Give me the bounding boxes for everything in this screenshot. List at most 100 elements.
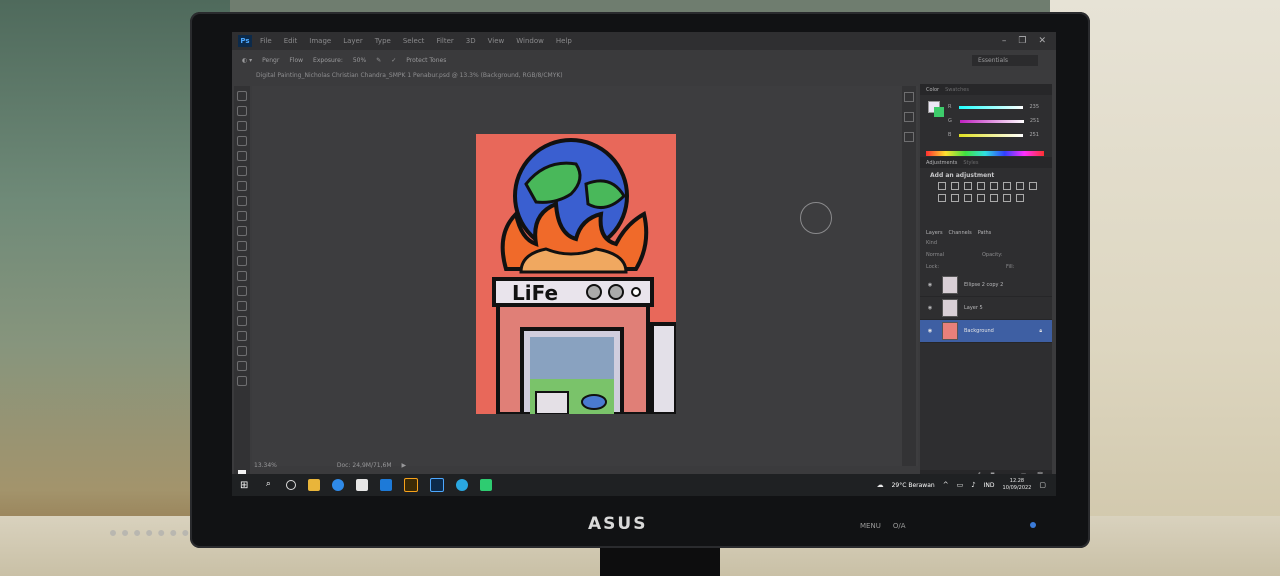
history-panel-icon[interactable]	[904, 92, 914, 102]
menu-view[interactable]: View	[488, 37, 505, 45]
start-button-icon[interactable]: ⊞	[240, 480, 248, 491]
blue-slider[interactable]	[959, 133, 1024, 137]
properties-panel-icon[interactable]	[904, 112, 914, 122]
mail-icon[interactable]	[380, 479, 393, 491]
brush-tool-icon[interactable]	[237, 196, 247, 206]
artwork-canvas[interactable]: LiFe	[476, 134, 676, 414]
history-brush-tool-icon[interactable]	[237, 226, 247, 236]
monitor-menu-button[interactable]: MENU	[860, 522, 881, 530]
hue-saturation-icon[interactable]	[1003, 182, 1011, 190]
menu-edit[interactable]: Edit	[284, 37, 298, 45]
type-tool-icon[interactable]	[237, 301, 247, 311]
green-slider[interactable]	[959, 119, 1024, 123]
selective-color-icon[interactable]	[1016, 194, 1024, 202]
airbrush-icon[interactable]: ✎	[376, 57, 381, 64]
network-icon[interactable]: ▭	[957, 481, 964, 489]
channel-mixer-icon[interactable]	[951, 194, 959, 202]
red-value[interactable]: 235	[1029, 104, 1039, 110]
lasso-tool-icon[interactable]	[237, 121, 247, 131]
tab-styles[interactable]: Styles	[963, 160, 978, 166]
brush-panel-icon[interactable]	[904, 132, 914, 142]
clock[interactable]: 12.28 10/09/2022	[1003, 478, 1032, 492]
menu-window[interactable]: Window	[516, 37, 544, 45]
zoom-level[interactable]: 13.34%	[254, 462, 277, 472]
store-icon[interactable]	[356, 479, 369, 491]
gradient-tool-icon[interactable]	[237, 256, 247, 266]
file-explorer-icon[interactable]	[308, 479, 321, 491]
photoshop-taskbar-icon[interactable]	[430, 478, 445, 492]
layer-row[interactable]: ◉ Layer 5	[920, 297, 1052, 320]
quick-select-tool-icon[interactable]	[237, 136, 247, 146]
menu-select[interactable]: Select	[403, 37, 425, 45]
move-tool-icon[interactable]	[237, 91, 247, 101]
menu-type[interactable]: Type	[375, 37, 391, 45]
blue-value[interactable]: 251	[1029, 132, 1039, 138]
visibility-eye-icon[interactable]: ◉	[926, 328, 934, 334]
more-tools-icon[interactable]	[237, 376, 247, 386]
posterize-icon[interactable]	[990, 194, 998, 202]
protect-tones-checkbox[interactable]: ✓	[391, 57, 396, 64]
menu-layer[interactable]: Layer	[343, 37, 363, 45]
curves-icon[interactable]	[964, 182, 972, 190]
stamp-tool-icon[interactable]	[237, 211, 247, 221]
range-select[interactable]: Flow	[289, 57, 303, 64]
tray-chevron-icon[interactable]: ^	[943, 481, 949, 489]
blend-mode-select[interactable]: Normal	[926, 252, 944, 258]
power-led-icon[interactable]	[1030, 522, 1036, 528]
menu-3d[interactable]: 3D	[466, 37, 476, 45]
minimize-icon[interactable]: –	[1002, 36, 1007, 46]
tab-channels[interactable]: Channels	[949, 230, 972, 236]
language-indicator[interactable]: IND	[984, 482, 995, 489]
eraser-tool-icon[interactable]	[237, 241, 247, 251]
crop-tool-icon[interactable]	[237, 151, 247, 161]
vibrance-icon[interactable]	[990, 182, 998, 190]
workspace-select[interactable]: Essentials	[971, 54, 1038, 66]
levels-icon[interactable]	[951, 182, 959, 190]
browser-icon[interactable]	[456, 479, 469, 491]
canvas-workspace[interactable]: LiFe	[252, 86, 918, 466]
status-arrow-icon[interactable]: ▶	[402, 462, 407, 472]
visibility-eye-icon[interactable]: ◉	[926, 305, 934, 311]
color-lookup-icon[interactable]	[964, 194, 972, 202]
monitor-auto-button[interactable]: O/A	[893, 522, 906, 530]
black-white-icon[interactable]	[1029, 182, 1037, 190]
edge-browser-icon[interactable]	[332, 479, 345, 491]
color-spectrum[interactable]	[926, 151, 1044, 156]
red-slider[interactable]	[959, 105, 1024, 109]
hand-tool-icon[interactable]	[237, 346, 247, 356]
dodge-tool-icon[interactable]	[237, 271, 247, 281]
invert-icon[interactable]	[977, 194, 985, 202]
exposure-icon[interactable]	[977, 182, 985, 190]
tab-layers[interactable]: Layers	[926, 230, 943, 236]
menu-help[interactable]: Help	[556, 37, 572, 45]
task-view-icon[interactable]	[286, 480, 297, 490]
photo-filter-icon[interactable]	[938, 194, 946, 202]
document-tab[interactable]: Digital Painting_Nicholas Christian Chan…	[256, 72, 636, 84]
weather-text[interactable]: 29°C Berawan	[892, 482, 935, 489]
marquee-tool-icon[interactable]	[237, 106, 247, 116]
restore-icon[interactable]: ❐	[1018, 36, 1026, 46]
shape-tool-icon[interactable]	[237, 331, 247, 341]
kind-filter[interactable]: Kind	[926, 240, 937, 246]
exposure-value[interactable]: 50%	[353, 57, 366, 64]
weather-icon[interactable]: ☁	[877, 481, 884, 489]
healing-tool-icon[interactable]	[237, 181, 247, 191]
tab-paths[interactable]: Paths	[978, 230, 992, 236]
visibility-eye-icon[interactable]: ◉	[926, 282, 934, 288]
color-background-swatch[interactable]	[934, 107, 944, 117]
menu-file[interactable]: File	[260, 37, 272, 45]
menu-filter[interactable]: Filter	[436, 37, 453, 45]
menu-image[interactable]: Image	[309, 37, 331, 45]
tab-adjustments[interactable]: Adjustments	[926, 160, 957, 166]
layer-row-selected[interactable]: ◉ Background 🔒︎	[920, 320, 1052, 343]
volume-icon[interactable]: ♪	[971, 481, 975, 489]
notification-icon[interactable]: ▢	[1039, 481, 1046, 489]
illustrator-icon[interactable]	[404, 478, 419, 492]
brightness-icon[interactable]	[938, 182, 946, 190]
zoom-tool-icon[interactable]	[237, 361, 247, 371]
green-value[interactable]: 251	[1030, 118, 1040, 124]
tab-color[interactable]: Color	[926, 87, 939, 93]
app-icon[interactable]	[480, 479, 493, 491]
tool-preset-icon[interactable]: ◐ ▾	[242, 57, 252, 64]
threshold-icon[interactable]	[1003, 194, 1011, 202]
